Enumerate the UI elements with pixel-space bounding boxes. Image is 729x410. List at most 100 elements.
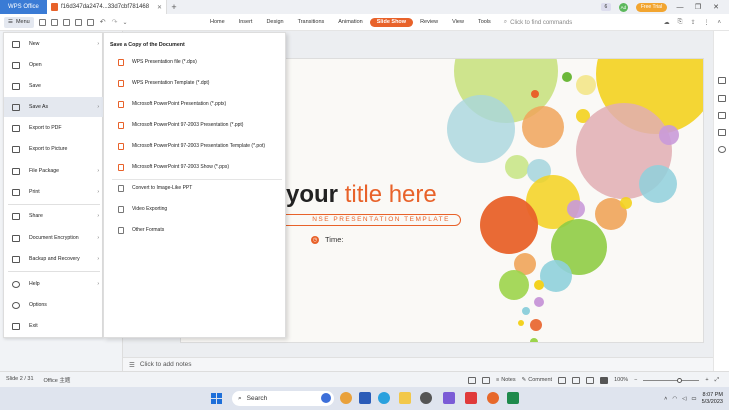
menu-item-help[interactable]: Help › [4, 274, 104, 294]
tab-wps-office[interactable]: WPS Office [0, 0, 47, 14]
convert-image-ppt[interactable]: Convert to Image-Like PPT [104, 178, 287, 198]
zoom-slider[interactable] [643, 377, 700, 383]
tab-animation[interactable]: Animation [331, 18, 369, 27]
tab-review[interactable]: Review [413, 18, 445, 27]
taskbar-search[interactable]: ⌕ Search [232, 391, 334, 406]
photos-icon[interactable] [443, 392, 455, 404]
help-icon [12, 280, 20, 288]
menu-button[interactable]: ☰ Menu [4, 16, 34, 28]
spell-check-icon[interactable] [482, 376, 491, 384]
comment-toggle[interactable]: ✎ Comment [522, 377, 552, 383]
tab-design[interactable]: Design [259, 18, 290, 27]
play-icon[interactable] [600, 376, 609, 384]
menu-item-share[interactable]: Share › [4, 206, 104, 226]
firefox-icon[interactable] [487, 392, 499, 404]
theme-name[interactable]: Office 主题 [44, 376, 71, 384]
slide-sorter-icon[interactable] [572, 376, 581, 384]
menu-item-options[interactable]: Options [4, 295, 104, 315]
tab-insert[interactable]: Insert [232, 18, 260, 27]
save-as-pps[interactable]: Microsoft PowerPoint 97-2003 Show (*.pps… [104, 157, 287, 177]
collapse-ribbon-icon[interactable]: ˄ [717, 20, 721, 26]
save-as-pot[interactable]: Microsoft PowerPoint 97-2003 Presentatio… [104, 136, 287, 156]
notes-bar[interactable]: ☰ Click to add notes [123, 357, 713, 371]
notes-toggle[interactable]: ≡ Notes [496, 377, 516, 383]
collaborate-icon[interactable]: ⎘ [678, 19, 683, 26]
other-formats[interactable]: Other Formats [104, 220, 287, 240]
save-as-ppt[interactable]: Microsoft PowerPoint 97-2003 Presentatio… [104, 115, 287, 135]
comment-icon: ✎ [521, 377, 527, 383]
wps-icon[interactable] [465, 392, 477, 404]
normal-view-icon[interactable] [558, 376, 567, 384]
word-icon[interactable] [359, 392, 371, 404]
properties-icon[interactable] [718, 112, 726, 119]
zoom-in-icon[interactable]: + [705, 377, 708, 383]
open-icon[interactable] [38, 18, 46, 26]
new-tab-button[interactable]: + [167, 2, 181, 12]
tab-tools[interactable]: Tools [471, 18, 498, 27]
windows-start-icon[interactable] [211, 393, 222, 404]
menu-item-save-as[interactable]: Save As › [4, 97, 104, 117]
chrome-icon[interactable] [340, 392, 352, 404]
menu-item-backup-recovery[interactable]: Backup and Recovery › [4, 249, 104, 269]
avatar[interactable]: Ad [618, 2, 628, 12]
reading-view-icon[interactable] [586, 376, 595, 384]
wifi-icon[interactable]: ◠ [672, 396, 677, 402]
free-trial-button[interactable]: Free Trial [635, 2, 667, 12]
tab-document[interactable]: f16d347da2474...33d7cbf781468 ✕ [47, 0, 167, 14]
menu-item-open[interactable]: Open [4, 55, 104, 75]
tab-home[interactable]: Home [203, 18, 232, 27]
animation-icon[interactable] [718, 129, 726, 136]
restore-icon[interactable]: ❐ [693, 3, 703, 11]
minimize-icon[interactable]: — [675, 4, 685, 11]
menu-item-save[interactable]: Save [4, 76, 104, 96]
slide-title[interactable]: your title here [286, 181, 437, 209]
fit-window-icon[interactable]: ⤢ [715, 377, 719, 384]
tab-slide-show[interactable]: Slide Show [369, 18, 414, 27]
zoom-out-icon[interactable]: − [634, 377, 637, 383]
redo-icon[interactable]: ↷ [112, 18, 118, 26]
zoom-level[interactable]: 100% [614, 377, 628, 383]
slide-time-row[interactable]: ◷ Time: [311, 235, 343, 244]
menu-item-document-encryption[interactable]: Document Encryption › [4, 228, 104, 248]
telegram-icon[interactable] [378, 392, 390, 404]
chevron-down-icon[interactable]: ⌄ [122, 19, 127, 26]
save-as-pptx[interactable]: Microsoft PowerPoint Presentation (*.ppt… [104, 94, 287, 114]
save-as-dpt[interactable]: WPS Presentation Template (*.dpt) [104, 73, 287, 93]
tab-view[interactable]: View [445, 18, 471, 27]
save-as-dps[interactable]: WPS Presentation file (*.dps) [104, 52, 287, 72]
menu-item-export-pdf[interactable]: Export to PDF [4, 118, 104, 138]
tab-transitions[interactable]: Transitions [291, 18, 332, 27]
media-icon[interactable] [420, 392, 432, 404]
video-exporting[interactable]: Video Exporting [104, 199, 287, 219]
slide-subtitle[interactable]: NSE PRESENTATION TEMPLATE [271, 214, 461, 226]
print-icon[interactable] [74, 18, 82, 26]
cloud-icon[interactable]: ☁ [664, 19, 670, 26]
menu-item-export-picture[interactable]: Export to Picture [4, 139, 104, 159]
layout-icon[interactable] [718, 77, 726, 84]
zoom-knob[interactable] [677, 377, 683, 383]
file-explorer-icon[interactable] [399, 392, 411, 404]
undo-icon[interactable]: ↶ [100, 18, 106, 26]
menu-item-new[interactable]: New › [4, 34, 104, 54]
share-icon[interactable]: ⇪ [690, 19, 695, 26]
print-preview-icon[interactable] [86, 18, 94, 26]
menu-item-print[interactable]: Print › [4, 182, 104, 202]
notification-badge[interactable]: 6 [600, 3, 611, 11]
chevron-up-icon[interactable]: ˄ [664, 396, 667, 402]
shape-icon[interactable] [718, 95, 726, 102]
close-window-icon[interactable]: ✕ [711, 3, 721, 11]
menu-item-exit[interactable]: Exit [4, 316, 104, 336]
battery-icon[interactable]: ▭ [691, 396, 696, 402]
volume-icon[interactable]: ◁ [682, 396, 686, 402]
close-tab-icon[interactable]: ✕ [157, 4, 162, 11]
pdf-icon[interactable] [62, 18, 70, 26]
more-icon[interactable]: ⋮ [703, 19, 709, 26]
find-commands-box[interactable]: ⌕ Click to find commands [504, 19, 572, 26]
excel-icon[interactable] [507, 392, 519, 404]
fit-icon[interactable] [468, 376, 477, 384]
menu-item-file-package[interactable]: File Package › [4, 161, 104, 181]
bing-icon[interactable] [321, 393, 331, 403]
save-icon[interactable] [50, 18, 58, 26]
help-icon[interactable] [718, 146, 726, 153]
clock[interactable]: 8:07 PM 5/3/2023 [702, 392, 723, 406]
